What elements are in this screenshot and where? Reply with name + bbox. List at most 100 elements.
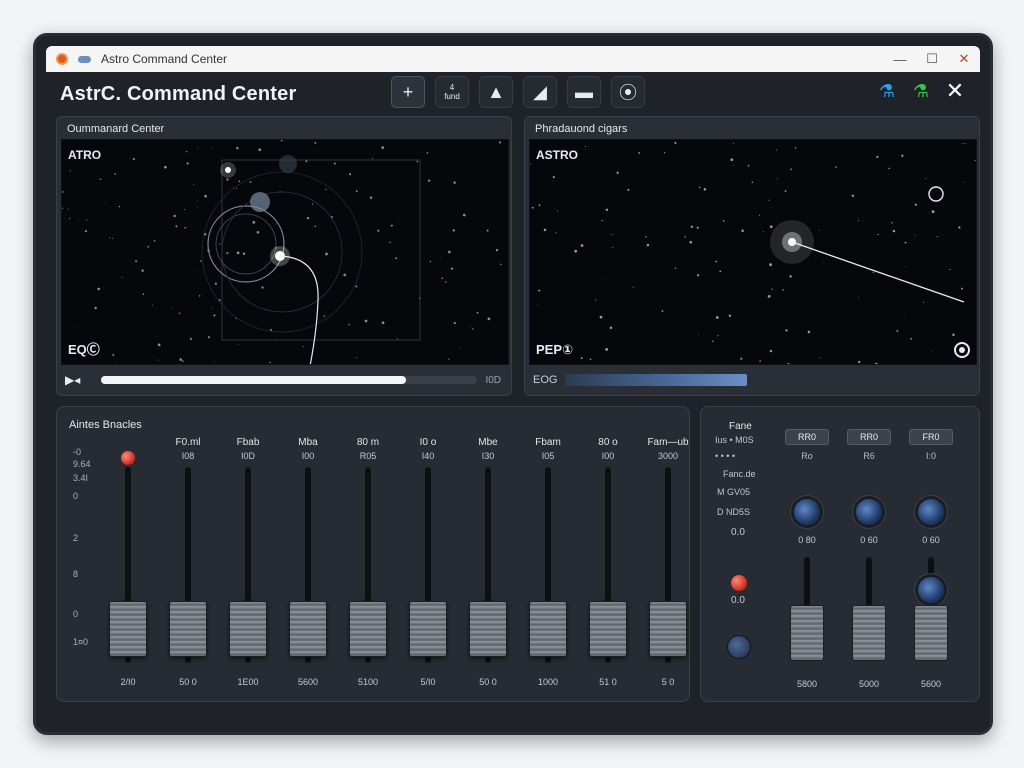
fx-mode-sub: Ro: [801, 451, 813, 461]
fx-mode-button[interactable]: RR0: [847, 429, 891, 445]
minimize-button[interactable]: —: [884, 46, 916, 72]
add-tool-button[interactable]: +: [391, 76, 425, 108]
fx-mode-sub: R6: [863, 451, 875, 461]
star: [500, 263, 502, 266]
star: [171, 307, 173, 308]
star: [584, 145, 587, 147]
cloud-icon: [78, 55, 91, 63]
flask-blue-icon[interactable]: ⚗: [876, 80, 898, 102]
record-arm-button[interactable]: [121, 451, 135, 465]
fx-record-button[interactable]: [731, 575, 747, 591]
star: [962, 142, 964, 145]
star: [214, 282, 217, 285]
star: [316, 150, 318, 152]
star: [157, 359, 159, 361]
maximize-button[interactable]: ☐: [916, 46, 948, 72]
playback-progress[interactable]: [101, 376, 477, 384]
star: [674, 141, 677, 144]
star: [904, 266, 906, 267]
fx-knob[interactable]: [794, 499, 820, 525]
star: [609, 326, 613, 330]
scale-tick: 3.4I: [73, 473, 89, 483]
fader-handle[interactable]: [169, 601, 207, 657]
fader-handle[interactable]: [289, 601, 327, 657]
star: [823, 262, 824, 264]
star: [715, 260, 718, 263]
star: [767, 295, 771, 298]
folder-icon: ▬: [575, 81, 593, 102]
star: [314, 225, 316, 227]
star: [611, 233, 613, 236]
star: [469, 325, 471, 327]
fx-mode-button[interactable]: RR0: [785, 429, 829, 445]
star: [448, 358, 450, 360]
right-corner-label: ASTRO: [536, 148, 578, 162]
fx-aux-knob[interactable]: [918, 577, 944, 603]
star: [242, 252, 246, 256]
star: [835, 166, 837, 168]
play-icon[interactable]: ▶◂: [65, 373, 93, 387]
record-icon[interactable]: [954, 342, 970, 358]
fader-handle[interactable]: [469, 601, 507, 657]
channel-strip: F0.ml I08 50 0: [159, 429, 217, 699]
fader-handle[interactable]: [589, 601, 627, 657]
app-logo-icon: [56, 53, 68, 65]
pin-tool-button[interactable]: ⦿: [611, 76, 645, 108]
eq-level-bar[interactable]: [565, 374, 747, 386]
window-close-button[interactable]: ✕: [948, 46, 980, 72]
star: [444, 281, 447, 283]
star: [771, 288, 773, 290]
channel-foot: 2/I0: [120, 677, 136, 687]
star: [599, 315, 603, 319]
star: [249, 181, 252, 183]
fx-fader-handle[interactable]: [852, 605, 886, 661]
fx-label-3: Fanc.de: [723, 469, 756, 479]
left-viewer-panel: Oummanard Center ATRO EQⒸ ▶◂ I0D: [56, 116, 512, 396]
star: [178, 312, 181, 315]
star: [872, 271, 875, 274]
star: [818, 229, 820, 231]
fx-round-button[interactable]: [727, 635, 751, 659]
fx-label-5: D ND5S: [717, 507, 751, 517]
star: [238, 180, 241, 183]
right-starfield-screen[interactable]: ASTRO PEP①: [529, 139, 977, 365]
channel-name: Fam—ub: [647, 437, 689, 448]
toolbar: + 4 fund ▲ ◢ ▬ ⦿: [391, 76, 645, 108]
app-window: Astro Command Center — ☐ ✕ AstrC. Comman…: [33, 33, 993, 735]
fx-fader-handle[interactable]: [914, 605, 948, 661]
star: [769, 225, 773, 229]
star: [960, 287, 963, 290]
right-viewer-title: Phradauond cigars: [535, 123, 628, 135]
fx-knob[interactable]: [856, 499, 882, 525]
fader-handle[interactable]: [109, 601, 147, 657]
orbit-diagram: [62, 140, 502, 364]
fader-handle[interactable]: [409, 601, 447, 657]
star: [901, 154, 904, 157]
channel-foot: 50 0: [479, 677, 497, 687]
fx-fader-handle[interactable]: [790, 605, 824, 661]
star: [794, 147, 797, 149]
star: [86, 219, 88, 221]
close-icon[interactable]: ✕: [944, 78, 966, 103]
fx-mode-button[interactable]: FR0: [909, 429, 953, 445]
star: [661, 310, 664, 312]
channel-name: F0.ml: [175, 437, 201, 448]
channel-foot: 5 0: [661, 677, 675, 687]
fx-label-2: • • • •: [715, 451, 736, 461]
left-starfield-screen[interactable]: ATRO EQⒸ: [61, 139, 509, 365]
fader-handle[interactable]: [649, 601, 687, 657]
fx-knob[interactable]: [918, 499, 944, 525]
star: [132, 157, 135, 161]
flask-green-icon[interactable]: ⚗: [910, 80, 932, 102]
star: [931, 351, 933, 352]
fader-handle[interactable]: [529, 601, 567, 657]
fader-handle[interactable]: [229, 601, 267, 657]
star: [147, 245, 150, 248]
shape-tool-button[interactable]: ▲: [479, 76, 513, 108]
star: [193, 184, 195, 186]
folder-tool-button[interactable]: ▬: [567, 76, 601, 108]
corner-tool-button[interactable]: ◢: [523, 76, 557, 108]
fader-handle[interactable]: [349, 601, 387, 657]
grid-tool-button[interactable]: 4 fund: [435, 76, 469, 108]
channel-strip: Mba I00 5600: [279, 429, 337, 699]
